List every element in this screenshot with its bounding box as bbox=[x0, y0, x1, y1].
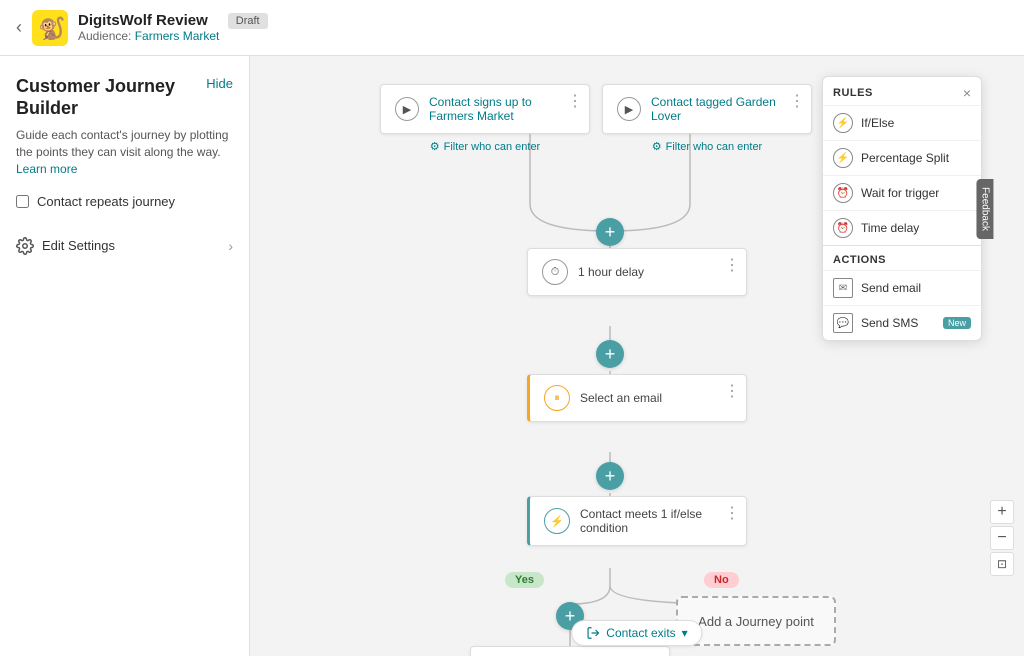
settings-left: Edit Settings bbox=[16, 237, 115, 255]
email-label: Select an email bbox=[580, 391, 662, 405]
filter-link-2[interactable]: ⚙ Filter who can enter bbox=[602, 140, 812, 153]
ifelse-icon: ⚡ bbox=[544, 508, 570, 534]
rules-item-send-email[interactable]: ✉ Send email bbox=[823, 270, 981, 305]
audience-label: Audience: Farmers Market bbox=[78, 29, 268, 43]
contact-repeats-row: Contact repeats journey bbox=[16, 194, 233, 209]
ifelse-label: Contact meets 1 if/else condition bbox=[580, 507, 732, 535]
learn-more-link[interactable]: Learn more bbox=[16, 162, 77, 176]
journey-canvas: ▶ Contact signs up to Farmers Market ⋮ ⚙… bbox=[250, 56, 1024, 656]
back-button[interactable]: ‹ bbox=[16, 17, 22, 38]
ifelse-rules-label: If/Else bbox=[861, 116, 894, 130]
pause-icon: ⏸ bbox=[544, 385, 570, 411]
chevron-down-icon: ▾ bbox=[682, 626, 688, 640]
trigger-2-text: Contact tagged Garden Lover bbox=[651, 95, 797, 123]
main-layout: Customer Journey Builder Hide Guide each… bbox=[0, 56, 1024, 656]
play-icon: ▶ bbox=[395, 97, 419, 121]
contact-repeats-label: Contact repeats journey bbox=[37, 194, 175, 209]
wait-trigger-label: Wait for trigger bbox=[861, 186, 939, 200]
send-sms-icon: 💬 bbox=[833, 313, 853, 333]
trigger-node-1[interactable]: ▶ Contact signs up to Farmers Market ⋮ ⚙… bbox=[380, 84, 590, 153]
edit-settings-row[interactable]: Edit Settings › bbox=[16, 229, 233, 263]
contact-repeats-checkbox[interactable] bbox=[16, 195, 29, 208]
rules-item-wait-trigger[interactable]: ⏰ Wait for trigger bbox=[823, 175, 981, 210]
filter-icon: ⚙ bbox=[430, 140, 440, 153]
email-node[interactable]: ⏸ Select an email ⋮ bbox=[527, 374, 747, 422]
rules-panel-close-button[interactable]: × bbox=[963, 85, 971, 101]
hide-button[interactable]: Hide bbox=[206, 76, 233, 91]
filter-icon-2: ⚙ bbox=[652, 140, 662, 153]
feedback-tab[interactable]: Feedback bbox=[977, 179, 994, 239]
merge-plus-button[interactable]: + bbox=[596, 218, 624, 246]
plus-after-delay[interactable]: + bbox=[596, 340, 624, 368]
email-menu[interactable]: ⋮ bbox=[724, 381, 740, 401]
rules-panel-title: Rules bbox=[833, 87, 873, 99]
add-journey-label: Add a Journey point bbox=[698, 614, 814, 629]
rules-item-send-sms[interactable]: 💬 Send SMS New bbox=[823, 305, 981, 340]
svg-text:🐒: 🐒 bbox=[38, 16, 65, 41]
trigger-1-text: Contact signs up to Farmers Market bbox=[429, 95, 575, 123]
new-badge: New bbox=[943, 317, 971, 329]
time-delay-label: Time delay bbox=[861, 221, 919, 235]
header: ‹ 🐒 DigitsWolf Review Draft Audience: Fa… bbox=[0, 0, 1024, 56]
app-name: DigitsWolf Review bbox=[78, 12, 208, 29]
settings-label: Edit Settings bbox=[42, 238, 115, 253]
ifelse-menu[interactable]: ⋮ bbox=[724, 503, 740, 523]
zoom-fit-button[interactable]: ⊡ bbox=[990, 552, 1014, 576]
sidebar: Customer Journey Builder Hide Guide each… bbox=[0, 56, 250, 656]
clock-icon: ⏱ bbox=[542, 259, 568, 285]
ifelse-rules-icon: ⚡ bbox=[833, 113, 853, 133]
filter-link-1[interactable]: ⚙ Filter who can enter bbox=[380, 140, 590, 153]
send-email-icon: ✉ bbox=[833, 278, 853, 298]
rules-item-ifelse[interactable]: ⚡ If/Else bbox=[823, 105, 981, 140]
delay-node[interactable]: ⏱ 1 hour delay ⋮ bbox=[527, 248, 747, 296]
play-icon-2: ▶ bbox=[617, 97, 641, 121]
delay-menu[interactable]: ⋮ bbox=[724, 255, 740, 275]
contact-exits-button[interactable]: Contact exits ▾ bbox=[571, 620, 702, 646]
sms-node[interactable]: 📱 Send SMS Set up SMS Marketing ⋮ bbox=[470, 646, 670, 656]
plus-after-email[interactable]: + bbox=[596, 462, 624, 490]
rules-panel-header: Rules × bbox=[823, 77, 981, 105]
rules-item-time-delay[interactable]: ⏰ Time delay bbox=[823, 210, 981, 245]
split-rules-label: Percentage Split bbox=[861, 151, 949, 165]
yes-badge: Yes bbox=[505, 572, 544, 588]
rules-panel: Rules × ⚡ If/Else ⚡ Percentage Split ⏰ W… bbox=[822, 76, 982, 341]
split-rules-icon: ⚡ bbox=[833, 148, 853, 168]
send-email-label: Send email bbox=[861, 281, 921, 295]
zoom-in-button[interactable]: + bbox=[990, 500, 1014, 524]
send-sms-label: Send SMS bbox=[861, 316, 918, 330]
zoom-controls: + − ⊡ bbox=[990, 500, 1014, 576]
sidebar-header: Customer Journey Builder Hide bbox=[16, 76, 233, 119]
logo-icon: 🐒 bbox=[32, 10, 68, 46]
delay-label: 1 hour delay bbox=[578, 265, 644, 279]
zoom-out-button[interactable]: − bbox=[990, 526, 1014, 550]
chevron-right-icon: › bbox=[228, 238, 233, 254]
sidebar-description: Guide each contact's journey by plotting… bbox=[16, 127, 233, 177]
rules-item-split[interactable]: ⚡ Percentage Split bbox=[823, 140, 981, 175]
exit-icon bbox=[586, 626, 600, 640]
sidebar-title: Customer Journey Builder bbox=[16, 76, 206, 119]
ifelse-node[interactable]: ⚡ Contact meets 1 if/else condition ⋮ bbox=[527, 496, 747, 546]
trigger-1-menu[interactable]: ⋮ bbox=[567, 91, 583, 111]
audience-link[interactable]: Farmers Market bbox=[135, 29, 220, 43]
trigger-2-menu[interactable]: ⋮ bbox=[789, 91, 805, 111]
contact-exits-label: Contact exits bbox=[606, 626, 675, 640]
draft-badge: Draft bbox=[228, 13, 268, 29]
gear-icon bbox=[16, 237, 34, 255]
actions-section-title: Actions bbox=[823, 245, 981, 270]
wait-trigger-icon: ⏰ bbox=[833, 183, 853, 203]
no-badge: No bbox=[704, 572, 739, 588]
time-delay-icon: ⏰ bbox=[833, 218, 853, 238]
trigger-node-2[interactable]: ▶ Contact tagged Garden Lover ⋮ ⚙ Filter… bbox=[602, 84, 812, 153]
header-title-area: DigitsWolf Review Draft Audience: Farmer… bbox=[78, 12, 268, 43]
